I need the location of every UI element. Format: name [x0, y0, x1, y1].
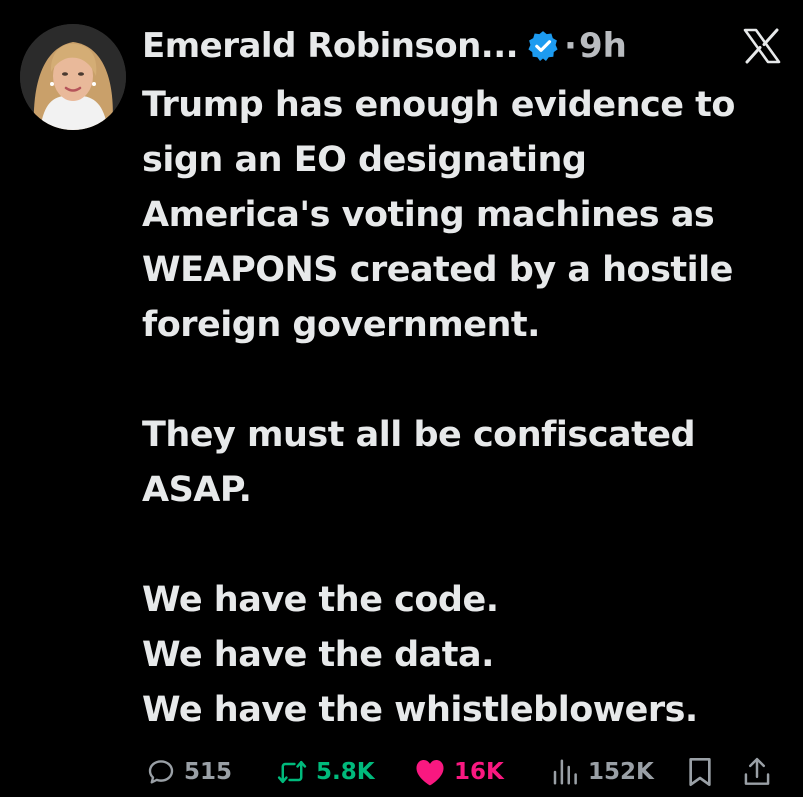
- tweet-line: WEAPONS created by a hostile: [142, 250, 733, 290]
- tweet-line: They must all be confiscated: [142, 415, 696, 455]
- verified-badge-icon: [526, 29, 560, 63]
- avatar-image: [20, 24, 126, 130]
- bookmark-button[interactable]: [686, 750, 714, 794]
- tweet-header: Emerald Robinson... · 9h: [142, 20, 627, 72]
- tweet-actions: 515 5.8K 16K 152K: [142, 750, 792, 794]
- timestamp[interactable]: 9h: [579, 26, 627, 66]
- tweet-line: sign an EO designating: [142, 140, 587, 180]
- like-button[interactable]: 16K: [414, 750, 504, 794]
- tweet-line: Trump has enough evidence to: [142, 85, 735, 125]
- reply-count: 515: [184, 759, 233, 785]
- view-count: 152K: [588, 759, 654, 785]
- retweet-button[interactable]: 5.8K: [276, 750, 375, 794]
- retweet-count: 5.8K: [316, 759, 375, 785]
- views-button[interactable]: 152K: [550, 750, 654, 794]
- share-icon: [744, 757, 770, 785]
- reply-button[interactable]: 515: [146, 750, 232, 794]
- tweet-line: We have the code.: [142, 580, 499, 620]
- views-icon: [553, 759, 577, 785]
- like-count: 16K: [454, 759, 504, 785]
- tweet-paragraph: They must all be confiscated ASAP.: [142, 408, 792, 518]
- author-name[interactable]: Emerald Robinson...: [142, 26, 519, 66]
- avatar[interactable]: [20, 24, 126, 130]
- tweet-line: ASAP.: [142, 470, 252, 510]
- reply-icon: [148, 760, 174, 784]
- heart-icon: [416, 760, 444, 786]
- tweet-paragraph: Trump has enough evidence to sign an EO …: [142, 78, 792, 353]
- tweet-text: Trump has enough evidence to sign an EO …: [142, 78, 792, 738]
- tweet-line: We have the data.: [142, 635, 494, 675]
- tweet-paragraph: We have the code. We have the data. We h…: [142, 573, 792, 738]
- retweet-icon: [277, 760, 307, 784]
- header-separator: ·: [564, 26, 577, 66]
- tweet-line: We have the whistleblowers.: [142, 690, 698, 730]
- tweet-line: foreign government.: [142, 305, 540, 345]
- x-logo-icon[interactable]: [742, 28, 782, 64]
- bookmark-icon: [689, 758, 711, 786]
- tweet-line: America's voting machines as: [142, 195, 715, 235]
- share-button[interactable]: [742, 750, 772, 794]
